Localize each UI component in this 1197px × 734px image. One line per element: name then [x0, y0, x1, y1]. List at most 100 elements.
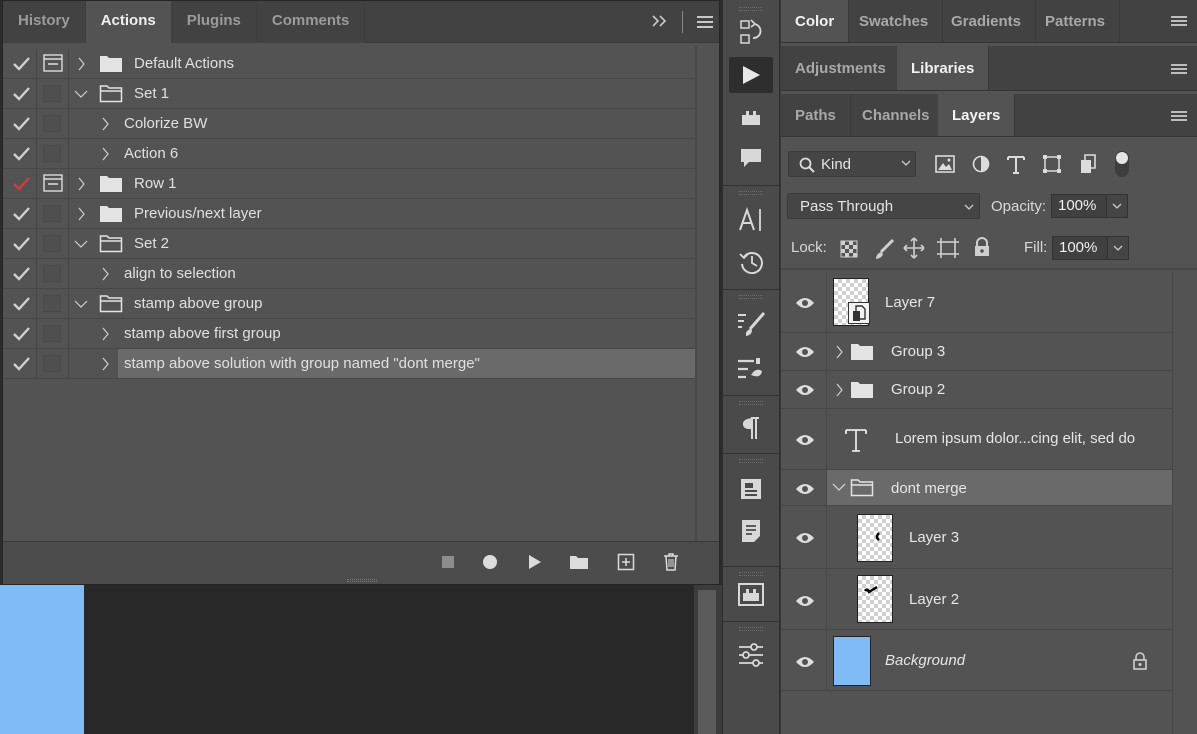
action-row[interactable]: stamp above first group: [3, 319, 697, 349]
layer-row-layer-3[interactable]: Layer 3: [781, 506, 1172, 569]
character-icon[interactable]: [729, 202, 773, 238]
layers-panel-menu-icon[interactable]: [1171, 109, 1187, 123]
action-row[interactable]: stamp above group: [3, 289, 697, 319]
toggle-dialog-button[interactable]: [37, 199, 69, 228]
toggle-item-checkbox[interactable]: [3, 109, 37, 138]
chevron-down-icon[interactable]: [74, 300, 88, 314]
stop-icon[interactable]: [442, 556, 454, 568]
filter-type-layers-icon[interactable]: [1007, 154, 1025, 174]
tab-history[interactable]: History: [3, 1, 86, 43]
chevron-down-icon[interactable]: [832, 483, 846, 491]
chevron-right-icon[interactable]: [835, 383, 843, 397]
toggle-dialog-button[interactable]: [37, 139, 69, 168]
layer-row-layer-7[interactable]: Layer 7: [781, 272, 1172, 333]
dock-grip[interactable]: [739, 191, 763, 195]
toggle-dialog-button[interactable]: [37, 79, 69, 108]
chevron-down-icon[interactable]: [74, 90, 88, 104]
fill-input[interactable]: 100%: [1052, 236, 1108, 260]
eye-icon[interactable]: [795, 433, 815, 447]
tab-plugins[interactable]: Plugins: [171, 1, 257, 43]
tab-patterns[interactable]: Patterns: [1031, 0, 1121, 42]
action-row[interactable]: Action 6: [3, 139, 697, 169]
history-icon[interactable]: [729, 244, 773, 280]
action-row[interactable]: stamp above solution with group named "d…: [3, 349, 697, 379]
toggle-item-checkbox[interactable]: [3, 49, 37, 78]
layer-row-dont-merge[interactable]: dont merge: [781, 470, 1172, 506]
comments-icon[interactable]: [729, 140, 773, 176]
record-icon[interactable]: [483, 555, 497, 569]
toggle-dialog-button[interactable]: [37, 229, 69, 258]
lock-transparent-pixels-icon[interactable]: [840, 240, 858, 258]
brush-presets-icon[interactable]: [729, 350, 773, 386]
dock-grip[interactable]: [739, 7, 763, 11]
toggle-dialog-button[interactable]: [37, 169, 69, 198]
filter-toggle-switch[interactable]: [1115, 151, 1129, 177]
tab-layers[interactable]: Layers: [938, 94, 1016, 136]
canvas-scrollbar-thumb[interactable]: [698, 590, 716, 734]
opacity-input[interactable]: 100%: [1051, 194, 1107, 218]
tab-adjustments[interactable]: Adjustments: [781, 46, 901, 90]
new-set-icon[interactable]: [569, 554, 589, 570]
layer-row-layer-2[interactable]: Layer 2: [781, 569, 1172, 630]
action-row[interactable]: Set 1: [3, 79, 697, 109]
actions-play-icon[interactable]: [729, 57, 773, 93]
toggle-item-checkbox[interactable]: [3, 319, 37, 348]
action-row[interactable]: Set 2: [3, 229, 697, 259]
action-row[interactable]: Previous/next layer: [3, 199, 697, 229]
brush-settings-icon[interactable]: [729, 306, 773, 342]
toggle-dialog-button[interactable]: [37, 109, 69, 138]
layer-filter-kind-select[interactable]: Kind: [788, 151, 916, 177]
eye-icon[interactable]: [795, 296, 815, 310]
toggle-item-checkbox[interactable]: [3, 229, 37, 258]
panel-resize-grip[interactable]: [347, 579, 377, 582]
tab-swatches[interactable]: Swatches: [845, 0, 944, 42]
layer-row-group-2[interactable]: Group 2: [781, 371, 1172, 409]
eye-icon[interactable]: [795, 655, 815, 669]
dock-grip[interactable]: [739, 295, 763, 299]
dock-grip[interactable]: [739, 627, 763, 631]
actions-panel-menu-icon[interactable]: [697, 16, 713, 28]
toggle-item-checkbox[interactable]: [3, 139, 37, 168]
filter-pixel-layers-icon[interactable]: [935, 155, 955, 173]
toggle-item-checkbox[interactable]: [3, 289, 37, 318]
chevron-right-icon[interactable]: [101, 147, 113, 161]
tab-comments[interactable]: Comments: [256, 1, 366, 43]
action-row[interactable]: Row 1: [3, 169, 697, 199]
tab-actions[interactable]: Actions: [85, 1, 172, 43]
filter-shape-layers-icon[interactable]: [1042, 154, 1062, 174]
chevron-right-icon[interactable]: [77, 57, 89, 71]
toggle-dialog-button[interactable]: [37, 289, 69, 318]
chevron-right-icon[interactable]: [101, 267, 113, 281]
layer-row-background[interactable]: Background: [781, 630, 1172, 691]
color-panel-menu-icon[interactable]: [1171, 14, 1187, 28]
layer-row-group-3[interactable]: Group 3: [781, 333, 1172, 371]
tab-paths[interactable]: Paths: [781, 94, 851, 136]
filter-smart-objects-icon[interactable]: [1080, 154, 1098, 174]
adjustments-sliders-icon[interactable]: [729, 637, 773, 673]
toggle-item-checkbox[interactable]: [3, 79, 37, 108]
toggle-dialog-button[interactable]: [37, 259, 69, 288]
dock-grip[interactable]: [739, 401, 763, 405]
action-row[interactable]: Default Actions: [3, 49, 697, 79]
properties-icon[interactable]: [729, 471, 773, 507]
tab-libraries[interactable]: Libraries: [897, 46, 990, 90]
action-row[interactable]: align to selection: [3, 259, 697, 289]
chevron-right-icon[interactable]: [101, 327, 113, 341]
toggle-dialog-button[interactable]: [37, 49, 69, 78]
toggle-item-checkbox[interactable]: [3, 349, 37, 378]
blend-mode-select[interactable]: Pass Through: [787, 193, 980, 219]
eye-icon[interactable]: [795, 383, 815, 397]
lock-image-pixels-icon[interactable]: [873, 238, 895, 260]
eye-icon[interactable]: [795, 482, 815, 496]
notes-icon[interactable]: [729, 513, 773, 549]
eye-icon[interactable]: [795, 531, 815, 545]
chevron-right-icon[interactable]: [101, 357, 113, 371]
chevron-right-icon[interactable]: [835, 345, 843, 359]
layers-scrollbar[interactable]: [1172, 272, 1197, 734]
lock-artboard-icon[interactable]: [936, 237, 960, 259]
toggle-dialog-button[interactable]: [37, 319, 69, 348]
lock-position-icon[interactable]: [903, 237, 925, 259]
new-action-icon[interactable]: [617, 553, 635, 571]
opacity-slider-dropdown[interactable]: [1106, 194, 1128, 218]
actions-list-scrollbar[interactable]: [695, 45, 697, 541]
